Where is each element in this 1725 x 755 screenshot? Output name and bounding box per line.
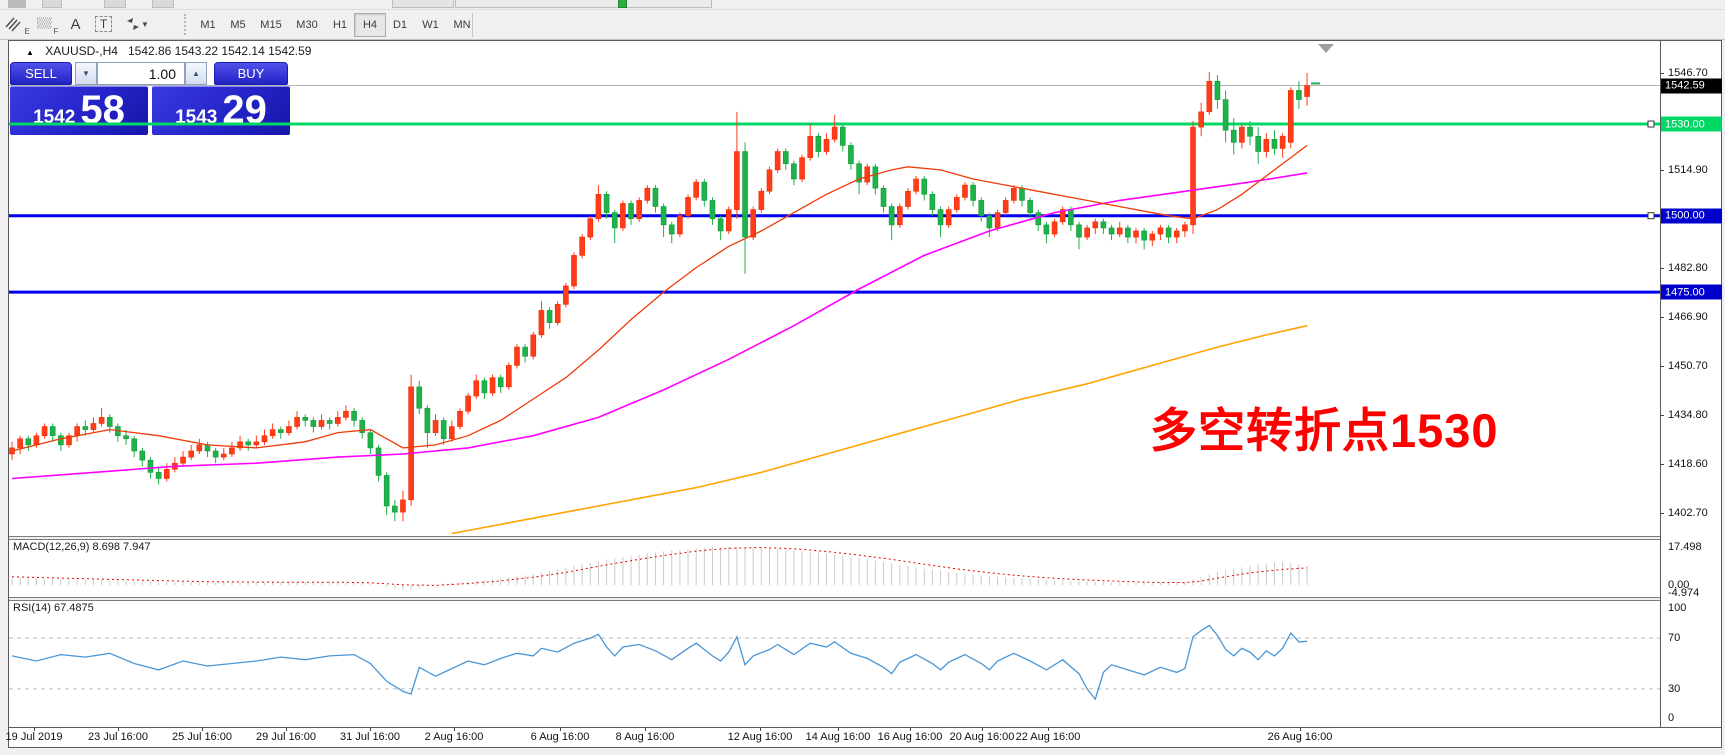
price-label: 1418.60 (1668, 458, 1708, 470)
candles-layer (10, 72, 1321, 521)
price-label: 1514.90 (1668, 164, 1708, 176)
macd-layer (12, 547, 1307, 590)
rsi-scale-label: 0 (1668, 712, 1674, 724)
time-label[interactable]: 29 Jul 16:00 (256, 731, 316, 743)
time-label[interactable]: 12 Aug 16:00 (728, 731, 793, 743)
rsi-scale-label: 70 (1668, 632, 1680, 644)
rsi-scale-label: 100 (1668, 602, 1686, 614)
time-label[interactable]: 23 Jul 16:00 (88, 731, 148, 743)
time-label[interactable]: 16 Aug 16:00 (878, 731, 943, 743)
macd-scale-label: -4.974 (1668, 587, 1699, 599)
price-label: 1482.80 (1668, 262, 1708, 274)
price-box-1530.00: 1530.00 (1661, 117, 1722, 132)
price-tick (1660, 170, 1664, 171)
macd-signal-line (12, 548, 1307, 586)
rsi-scale-label: 30 (1668, 683, 1680, 695)
price-tick (1660, 317, 1664, 318)
time-label[interactable]: 2 Aug 16:00 (425, 731, 484, 743)
price-label: 1450.70 (1668, 360, 1708, 372)
time-label[interactable]: 19 Jul 2019 (6, 731, 63, 743)
time-label[interactable]: 14 Aug 16:00 (806, 731, 871, 743)
price-box-1542.59: 1542.59 (1661, 78, 1722, 93)
time-label[interactable]: 20 Aug 16:00 (950, 731, 1015, 743)
ma-fast-line[interactable] (12, 145, 1307, 451)
line-handle[interactable] (1648, 213, 1654, 219)
time-label[interactable]: 22 Aug 16:00 (1016, 731, 1081, 743)
moving-averages-layer (12, 145, 1307, 533)
time-label[interactable]: 25 Jul 16:00 (172, 731, 232, 743)
ma-mid-line[interactable] (12, 173, 1307, 479)
price-box-1500.00: 1500.00 (1661, 208, 1722, 223)
time-label[interactable]: 6 Aug 16:00 (531, 731, 590, 743)
time-label[interactable]: 8 Aug 16:00 (616, 731, 675, 743)
rsi-layer (9, 625, 1660, 699)
price-tick (1660, 73, 1664, 74)
line-handle[interactable] (1648, 121, 1654, 127)
price-tick (1660, 513, 1664, 514)
price-label: 1402.70 (1668, 507, 1708, 519)
rsi-line (12, 625, 1307, 699)
price-tick (1660, 415, 1664, 416)
price-tick (1660, 464, 1664, 465)
ma-slow-line[interactable] (452, 326, 1307, 534)
chart-graphics (0, 0, 1725, 755)
price-tick (1660, 268, 1664, 269)
time-label[interactable]: 31 Jul 16:00 (340, 731, 400, 743)
price-label: 1466.90 (1668, 311, 1708, 323)
trading-terminal: { "toolbar": { "tools": [ {"id": "draw-h… (0, 0, 1725, 755)
price-label: 1434.80 (1668, 409, 1708, 421)
price-box-1475.00: 1475.00 (1661, 285, 1722, 300)
price-tick (1660, 366, 1664, 367)
macd-scale-label: 17.498 (1668, 541, 1702, 553)
time-label[interactable]: 26 Aug 16:00 (1268, 731, 1333, 743)
